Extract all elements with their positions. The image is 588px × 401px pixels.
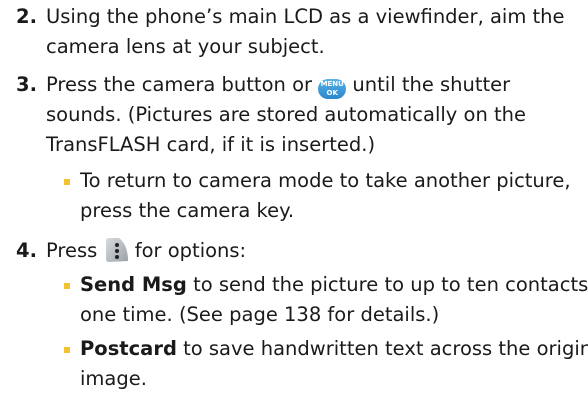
bullet-text: Send Msg to send the picture to up to te… [80, 270, 588, 330]
bullet-icon [64, 179, 70, 185]
step-line: Using the phone’s main LCD as a viewfind… [46, 5, 565, 28]
step-line: TransFLASH card, if it is inserted.) [46, 133, 376, 156]
step-line: sounds. (Pictures are stored automatical… [46, 103, 527, 126]
step-number: 4. [16, 239, 37, 262]
step-line-part: Press [46, 239, 104, 262]
step-line-part: Press the camera button or [46, 73, 319, 96]
bullet-item-postcard: Postcard to save handwritten text across… [0, 334, 588, 394]
menu-ok-key-icon: MENU OK [318, 79, 347, 99]
step-text: Using the phone’s main LCD as a viewfind… [46, 2, 565, 62]
bullet-line: image. [80, 367, 147, 390]
options-softkey-icon [105, 238, 128, 262]
step-line-part: for options: [128, 239, 247, 262]
ok-key-label: OK [326, 89, 338, 97]
step-line: Press for options: [46, 236, 246, 266]
step-text: Press for options: [46, 236, 246, 266]
menu-key-label: MENU [320, 80, 344, 88]
bullet-line: To return to camera mode to take another… [80, 169, 571, 192]
bullet-line: press the camera key. [80, 199, 295, 222]
bullet-text: Postcard to save handwritten text across… [80, 334, 588, 394]
bullet-icon [64, 283, 70, 289]
step-number: 2. [16, 5, 37, 28]
option-name: Send Msg [80, 273, 187, 296]
bullet-icon [64, 347, 70, 353]
bullet-item: To return to camera mode to take another… [0, 166, 588, 226]
step-number: 3. [16, 73, 37, 96]
bullet-item-send-msg: Send Msg to send the picture to up to te… [0, 270, 588, 330]
option-desc: to save handwritten text across the orig… [176, 337, 588, 360]
step-line: camera lens at your subject. [46, 35, 325, 58]
bullet-line: Postcard to save handwritten text across… [80, 334, 588, 364]
option-desc: to send the picture to up to ten contact… [186, 273, 588, 296]
bullet-text: To return to camera mode to take another… [80, 166, 571, 226]
bullet-line: Send Msg to send the picture to up to te… [80, 270, 588, 300]
option-name: Postcard [80, 337, 177, 360]
step-line: Press the camera button or MENU OK until … [46, 70, 526, 100]
bullet-line: one time. (See page 138 for details.) [80, 303, 440, 326]
manual-page: 2. Using the phone’s main LCD as a viewf… [0, 0, 588, 401]
step-text: Press the camera button or MENU OK until … [46, 70, 526, 160]
step-line-part: until the shutter [346, 73, 511, 96]
